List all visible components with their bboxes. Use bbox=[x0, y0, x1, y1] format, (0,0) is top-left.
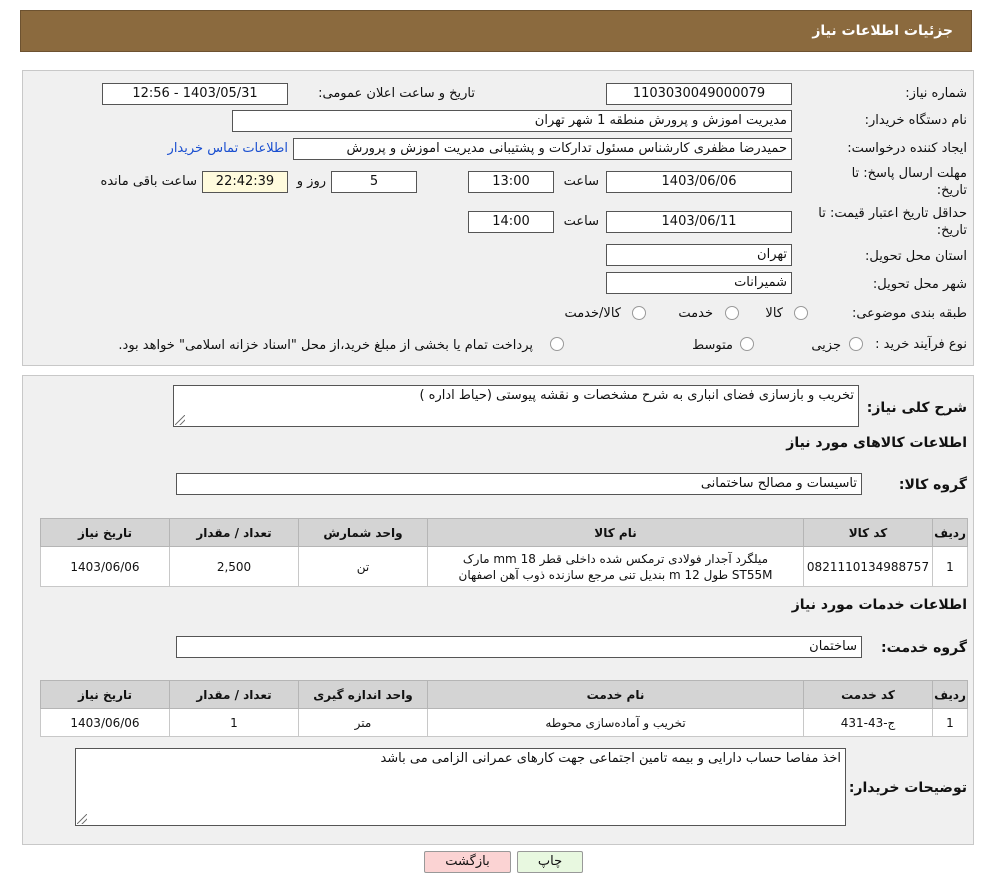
category-label: طبقه بندی موضوعی: bbox=[851, 306, 967, 321]
resize-handle-icon[interactable] bbox=[77, 814, 87, 824]
validity-time-label: ساعت bbox=[563, 214, 599, 229]
col-service-code: کد خدمت bbox=[803, 680, 933, 709]
back-button[interactable]: بازگشت bbox=[424, 851, 511, 873]
need-number-label: شماره نیاز: bbox=[905, 86, 967, 101]
buyer-contact-link[interactable]: اطلاعات تماس خریدار bbox=[168, 141, 288, 156]
remaining-label: ساعت باقی مانده bbox=[100, 174, 197, 189]
announce-field[interactable]: 1403/05/31 - 12:56 bbox=[102, 83, 288, 105]
goods-group-field[interactable]: تاسیسات و مصالح ساختمانی bbox=[176, 473, 862, 495]
city-label: شهر محل تحویل: bbox=[872, 277, 967, 292]
cell-name: تخریب و آماده‌سازی محوطه bbox=[427, 708, 804, 737]
cell-row: 1 bbox=[932, 546, 968, 587]
days-field[interactable]: 5 bbox=[331, 171, 417, 193]
summary-textarea[interactable]: تخریب و بازسازی فضای انباری به شرح مشخصا… bbox=[173, 385, 859, 427]
validity-label: حداقل تاریخ اعتبار قیمت: تا bbox=[818, 206, 967, 221]
validity-date-field[interactable]: 1403/06/11 bbox=[606, 211, 792, 233]
col-row: ردیف bbox=[932, 680, 968, 709]
print-button[interactable]: چاپ bbox=[517, 851, 583, 873]
cell-code: 0821110134988757 bbox=[803, 546, 933, 587]
validity-label-date: تاریخ: bbox=[936, 223, 967, 238]
province-field[interactable]: تهران bbox=[606, 244, 792, 266]
process-radio-medium[interactable] bbox=[740, 337, 754, 351]
goods-group-label: گروه کالا: bbox=[898, 477, 967, 493]
cell-code: ج-43-431 bbox=[803, 708, 933, 737]
process-label: نوع فرآیند خرید : bbox=[875, 337, 967, 352]
col-row: ردیف bbox=[932, 518, 968, 547]
col-need-date: تاریخ نیاز bbox=[40, 680, 170, 709]
page-title: جزئیات اطلاعات نیاز bbox=[812, 23, 953, 39]
buyer-org-field[interactable]: مدیریت اموزش و پرورش منطقه 1 شهر تهران bbox=[232, 110, 792, 132]
process-radio-minor[interactable] bbox=[849, 337, 863, 351]
col-unit: واحد شمارش bbox=[298, 518, 428, 547]
col-qty: تعداد / مقدار bbox=[169, 680, 299, 709]
services-table: ردیف کد خدمت نام خدمت واحد اندازه گیری ت… bbox=[40, 680, 968, 737]
page-header: جزئیات اطلاعات نیاز bbox=[20, 10, 972, 52]
process-radio-treasury[interactable] bbox=[550, 337, 564, 351]
buyer-org-label: نام دستگاه خریدار: bbox=[864, 113, 967, 128]
creator-label: ایجاد کننده درخواست: bbox=[847, 141, 967, 156]
col-goods-name: نام کالا bbox=[427, 518, 804, 547]
category-service-label: خدمت bbox=[678, 306, 713, 321]
process-minor-label: جزیی bbox=[811, 338, 841, 353]
category-goods-label: کالا bbox=[765, 306, 783, 321]
process-note: پرداخت تمام یا بخشی از مبلغ خرید،از محل … bbox=[118, 338, 533, 353]
table-row[interactable]: 1 ج-43-431 تخریب و آماده‌سازی محوطه متر … bbox=[40, 708, 968, 737]
resize-handle-icon[interactable] bbox=[175, 415, 185, 425]
cell-name-line1: میلگرد آجدار فولادی ترمکس شده داخلی قطر … bbox=[462, 551, 769, 566]
validity-time-field[interactable]: 14:00 bbox=[468, 211, 554, 233]
category-radio-goods-service[interactable] bbox=[632, 306, 646, 320]
buyer-notes-textarea[interactable]: اخذ مفاصا حساب دارایی و بیمه تامین اجتما… bbox=[75, 748, 846, 826]
goods-heading: اطلاعات کالاهای مورد نیاز bbox=[786, 435, 967, 451]
col-service-name: نام خدمت bbox=[427, 680, 804, 709]
col-measure-unit: واحد اندازه گیری bbox=[298, 680, 428, 709]
services-heading: اطلاعات خدمات مورد نیاز bbox=[791, 597, 967, 613]
cell-date: 1403/06/06 bbox=[40, 708, 170, 737]
province-label: استان محل تحویل: bbox=[865, 249, 967, 264]
goods-table: ردیف کد کالا نام کالا واحد شمارش تعداد /… bbox=[40, 518, 968, 587]
col-goods-code: کد کالا bbox=[803, 518, 933, 547]
col-qty: تعداد / مقدار bbox=[169, 518, 299, 547]
cell-date: 1403/06/06 bbox=[40, 546, 170, 587]
category-radio-goods[interactable] bbox=[794, 306, 808, 320]
cell-qty: 2,500 bbox=[169, 546, 299, 587]
cell-row: 1 bbox=[932, 708, 968, 737]
summary-text: تخریب و بازسازی فضای انباری به شرح مشخصا… bbox=[419, 388, 854, 403]
goods-table-header: ردیف کد کالا نام کالا واحد شمارش تعداد /… bbox=[40, 518, 968, 547]
days-label: روز و bbox=[296, 174, 326, 189]
table-row[interactable]: 1 0821110134988757 میلگرد آجدار فولادی ت… bbox=[40, 546, 968, 587]
summary-label: شرح کلی نیاز: bbox=[866, 400, 967, 416]
service-group-field[interactable]: ساختمان bbox=[176, 636, 862, 658]
city-field[interactable]: شمیرانات bbox=[606, 272, 792, 294]
deadline-time-field[interactable]: 13:00 bbox=[468, 171, 554, 193]
cell-name: میلگرد آجدار فولادی ترمکس شده داخلی قطر … bbox=[427, 546, 804, 587]
creator-field[interactable]: حمیدرضا مظفری کارشناس مسئول تدارکات و پش… bbox=[293, 138, 792, 160]
deadline-date-field[interactable]: 1403/06/06 bbox=[606, 171, 792, 193]
category-radio-service[interactable] bbox=[725, 306, 739, 320]
category-goods-service-label: کالا/خدمت bbox=[564, 306, 621, 321]
cell-unit: متر bbox=[298, 708, 428, 737]
cell-qty: 1 bbox=[169, 708, 299, 737]
cell-unit: تن bbox=[298, 546, 428, 587]
cell-name-line2: ST55M طول 12 m بندیل تنی مرجع سازنده ذوب… bbox=[458, 567, 773, 582]
col-need-date: تاریخ نیاز bbox=[40, 518, 170, 547]
process-medium-label: متوسط bbox=[692, 338, 733, 353]
deadline-label: مهلت ارسال پاسخ: تا bbox=[851, 166, 967, 181]
announce-label: تاریخ و ساعت اعلان عمومی: bbox=[318, 86, 475, 101]
deadline-time-label: ساعت bbox=[563, 174, 599, 189]
services-table-header: ردیف کد خدمت نام خدمت واحد اندازه گیری ت… bbox=[40, 680, 968, 709]
buyer-notes-text: اخذ مفاصا حساب دارایی و بیمه تامین اجتما… bbox=[380, 751, 841, 766]
service-group-label: گروه خدمت: bbox=[881, 640, 967, 656]
deadline-label-date: تاریخ: bbox=[936, 183, 967, 198]
need-number-field[interactable]: 1103030049000079 bbox=[606, 83, 792, 105]
remaining-time-field: 22:42:39 bbox=[202, 171, 288, 193]
buyer-notes-label: توضیحات خریدار: bbox=[848, 780, 967, 796]
